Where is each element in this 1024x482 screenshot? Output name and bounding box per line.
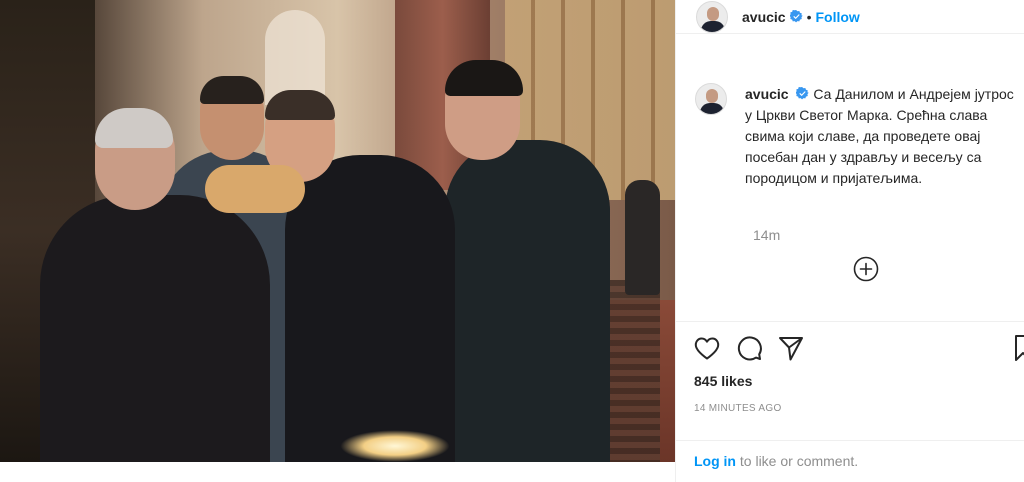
caption-avatar[interactable]	[695, 83, 727, 115]
photo-figure	[95, 108, 173, 148]
photo-figure	[200, 76, 264, 104]
photo-figure	[445, 140, 610, 462]
photo-figure	[40, 195, 270, 462]
heart-icon[interactable]	[693, 334, 721, 362]
photo-figure	[285, 155, 455, 462]
avatar-image	[701, 20, 725, 32]
add-comment-icon[interactable]	[853, 256, 879, 282]
caption-username[interactable]: avucic	[745, 86, 789, 102]
caption: avucic Са Данилом и Андрејем јутрос у Цр…	[695, 83, 1015, 189]
header-username[interactable]: avucic	[742, 9, 786, 25]
avatar-image	[706, 89, 718, 103]
login-link[interactable]: Log in	[694, 453, 736, 469]
login-suffix: to like or comment.	[736, 453, 859, 469]
verified-badge-icon	[796, 87, 810, 100]
likes-count[interactable]: 845 likes	[694, 373, 752, 389]
caption-time: 14m	[753, 227, 781, 243]
login-prompt: Log in to like or comment.	[675, 440, 1024, 482]
verified-badge-icon	[789, 10, 803, 23]
caption-text: avucic Са Данилом и Андрејем јутрос у Цр…	[745, 84, 1015, 189]
post-photo[interactable]	[0, 0, 675, 462]
photo-candle	[340, 430, 450, 462]
follow-button[interactable]: Follow	[816, 9, 860, 25]
post-actions-section: 845 likes 14 MINUTES AGO Log in to like …	[675, 321, 1024, 482]
share-icon[interactable]	[777, 334, 805, 362]
photo-figure	[265, 90, 335, 120]
photo-bread	[205, 165, 305, 213]
post-timestamp[interactable]: 14 MINUTES AGO	[694, 403, 782, 414]
login-text: Log in to like or comment.	[694, 453, 858, 469]
separator-dot: •	[806, 8, 812, 25]
avatar-image	[707, 6, 719, 21]
avatar-image	[700, 103, 724, 114]
comment-icon[interactable]	[735, 334, 763, 362]
bookmark-icon[interactable]	[1015, 334, 1024, 362]
post-header: avucic • Follow	[676, 0, 1024, 34]
photo-figure	[625, 180, 660, 295]
action-bar	[693, 334, 805, 362]
avatar[interactable]	[696, 0, 728, 33]
